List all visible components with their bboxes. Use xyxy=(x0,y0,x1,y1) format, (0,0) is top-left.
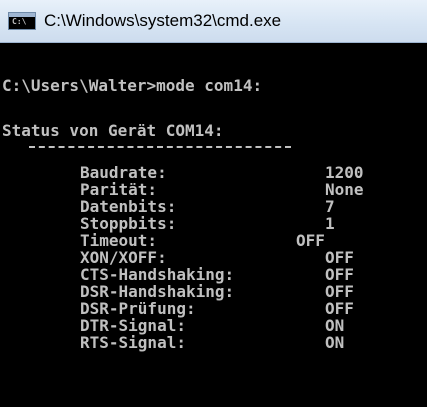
cmd-app-icon[interactable]: C:\ xyxy=(8,12,36,30)
setting-value-stoppbits: 1 xyxy=(325,214,335,233)
setting-label-rts-signal: RTS-Signal: xyxy=(80,333,186,352)
window-title: C:\Windows\system32\cmd.exe xyxy=(44,11,282,30)
cmd-app-icon-text: C:\ xyxy=(12,17,27,26)
prompt-line: C:\Users\Walter>mode com14: xyxy=(2,76,263,95)
setting-value-rts-signal: ON xyxy=(325,333,345,352)
status-line: Status von Gerät COM14: xyxy=(2,121,224,140)
separator-line xyxy=(29,146,291,148)
cmd-window: C:\ C:\Windows\system32\cmd.exe C:\Users… xyxy=(0,0,427,407)
console-area[interactable]: C:\Users\Walter>mode com14: Status von G… xyxy=(0,44,427,407)
setting-value-timeout: OFF xyxy=(296,231,325,250)
title-bar[interactable]: C:\ C:\Windows\system32\cmd.exe xyxy=(0,0,427,43)
